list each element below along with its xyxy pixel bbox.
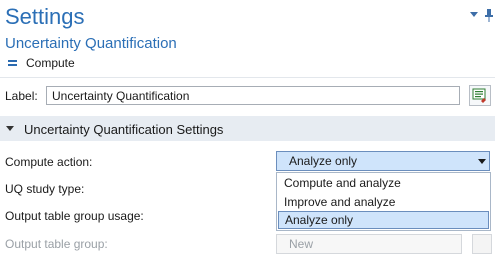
output-table-group-label: Output table group:: [5, 237, 108, 251]
compute-button[interactable]: Compute: [8, 55, 75, 71]
output-table-group-button: [472, 234, 492, 254]
pin-icon[interactable]: [484, 8, 494, 22]
divider: [0, 77, 495, 78]
compute-action-label: Compute action:: [5, 155, 93, 169]
compute-action-select[interactable]: Analyze only: [276, 151, 490, 171]
section-title: Uncertainty Quantification Settings: [24, 122, 224, 137]
compute-label: Compute: [26, 56, 75, 70]
page-title: Settings: [5, 4, 85, 29]
edit-label-button[interactable]: [469, 85, 491, 106]
chevron-down-icon[interactable]: [478, 159, 486, 164]
label-input[interactable]: Uncertainty Quantification: [46, 86, 460, 105]
output-table-group-usage-label: Output table group usage:: [5, 209, 144, 223]
collapse-caret-icon[interactable]: [6, 126, 14, 131]
label-field-label: Label:: [5, 89, 38, 103]
output-table-group-select: New: [276, 234, 462, 254]
compute-icon: [8, 55, 17, 71]
dropdown-option-compute-and-analyze[interactable]: Compute and analyze: [278, 174, 489, 192]
chevron-down-icon[interactable]: [470, 12, 478, 17]
label-edit-icon: [472, 88, 486, 103]
compute-action-dropdown: Compute and analyze Improve and analyze …: [276, 172, 491, 231]
dropdown-option-improve-and-analyze[interactable]: Improve and analyze: [278, 193, 489, 211]
uq-study-type-label: UQ study type:: [5, 182, 85, 196]
dropdown-option-analyze-only[interactable]: Analyze only: [278, 211, 489, 229]
node-subtitle: Uncertainty Quantification: [5, 35, 177, 52]
